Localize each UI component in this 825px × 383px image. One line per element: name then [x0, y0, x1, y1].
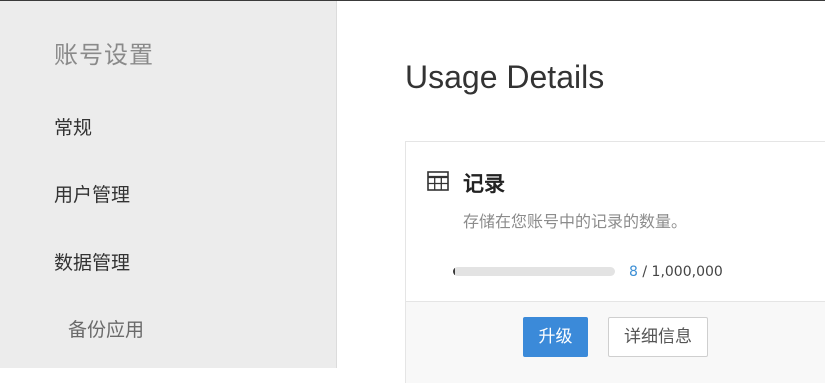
card-footer: 升级 详细信息: [406, 301, 825, 383]
usage-progress-fill: [453, 267, 455, 276]
upgrade-button[interactable]: 升级: [523, 317, 588, 357]
sidebar-item-user-management[interactable]: 用户管理: [54, 180, 130, 207]
table-icon: [427, 171, 449, 191]
usage-used-value: 8: [629, 264, 638, 280]
records-usage-card: 记录 存储在您账号中的记录的数量。 8 / 1,000,000 升级 详细信息: [405, 141, 825, 383]
usage-limit-value: 1,000,000: [651, 264, 723, 280]
card-description: 存储在您账号中的记录的数量。: [463, 212, 688, 231]
details-button[interactable]: 详细信息: [608, 317, 708, 357]
sidebar-item-data-management[interactable]: 数据管理: [54, 248, 130, 275]
usage-progress-bar: [453, 267, 615, 276]
sidebar-title: 账号设置: [54, 41, 154, 69]
main-content: Usage Details 记录 存储在您账号中的记录的数量。 8 / 1,00…: [337, 1, 825, 383]
card-title: 记录: [463, 172, 505, 196]
usage-separator: /: [637, 264, 652, 280]
sidebar-item-general[interactable]: 常规: [54, 113, 92, 140]
page-title: Usage Details: [405, 59, 605, 95]
usage-text: 8 / 1,000,000: [629, 264, 723, 280]
sidebar-item-backup-app[interactable]: 备份应用: [68, 315, 144, 342]
sidebar: 账号设置 常规 用户管理 数据管理 备份应用: [0, 1, 337, 368]
